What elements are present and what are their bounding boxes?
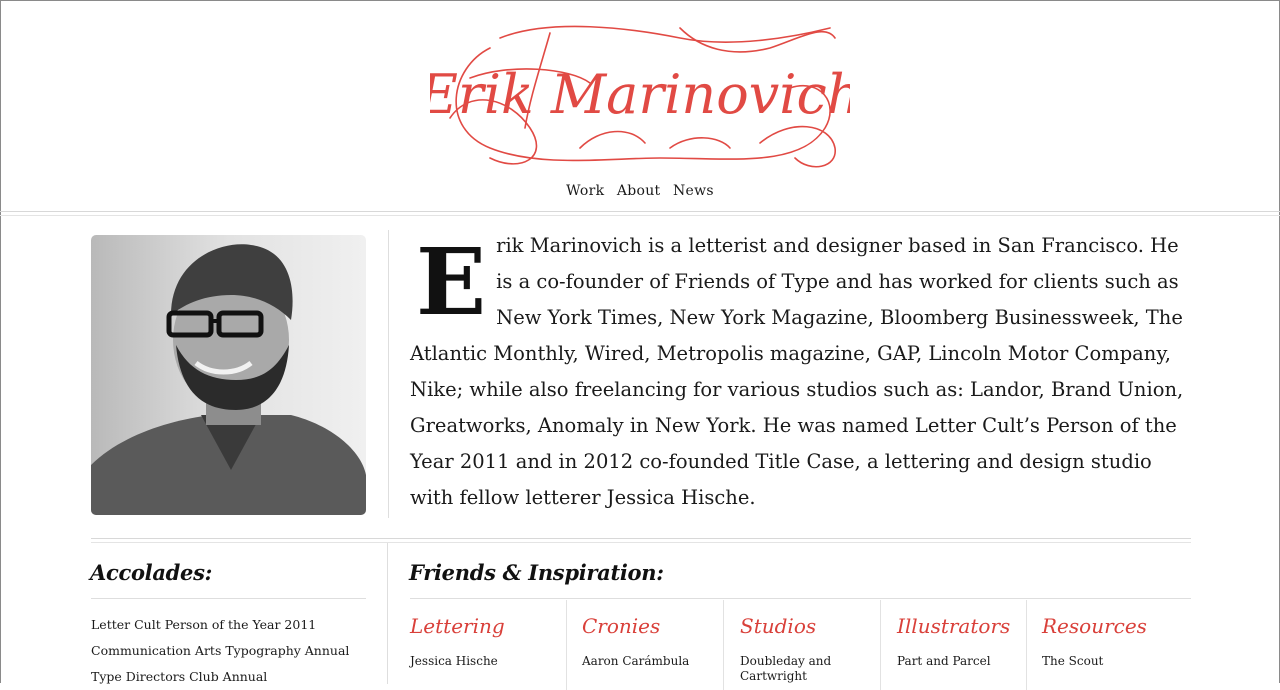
header-divider-secondary	[0, 215, 1280, 216]
column-title: Resources	[1042, 614, 1147, 638]
site-logo[interactable]: Erik Marinovich	[417, 8, 862, 178]
friends-column-cronies: Cronies Aaron Carámbula	[566, 600, 724, 690]
column-title: Lettering	[410, 614, 505, 638]
friends-column-studios: Studios Doubleday and Cartwright	[723, 600, 881, 690]
section-divider-secondary	[91, 542, 1191, 543]
logo-text: Erik Marinovich	[430, 63, 850, 126]
nav-about[interactable]: About	[617, 183, 661, 199]
logo-lettering-graphic: Erik Marinovich	[417, 25, 862, 168]
author-portrait	[91, 235, 366, 515]
accolade-item[interactable]: Letter Cult Person of the Year 2011	[91, 612, 349, 638]
accolades-list: Letter Cult Person of the Year 2011 Comm…	[91, 612, 349, 690]
portrait-image	[91, 235, 366, 515]
column-link[interactable]: Doubleday and Cartwright	[740, 654, 840, 684]
bio-paragraph: Erik Marinovich is a letterist and desig…	[410, 228, 1200, 516]
main-nav: Work About News	[0, 183, 1280, 199]
accolades-rule	[91, 598, 366, 599]
header-divider	[0, 211, 1280, 212]
column-link[interactable]: Jessica Hische	[410, 654, 530, 669]
column-link[interactable]: Part and Parcel	[897, 654, 1017, 669]
bio-text: rik Marinovich is a letterist and design…	[410, 234, 1184, 509]
accolades-heading: Accolades:	[90, 560, 213, 585]
accolade-item[interactable]: Type Directors Club Annual	[91, 664, 349, 690]
column-title: Illustrators	[897, 614, 1011, 638]
column-link[interactable]: Aaron Carámbula	[582, 654, 702, 669]
friends-rule	[410, 598, 1191, 599]
accolade-item[interactable]: Communication Arts Typography Annual	[91, 638, 349, 664]
section-divider	[91, 538, 1191, 539]
column-title: Cronies	[582, 614, 661, 638]
friends-column-lettering: Lettering Jessica Hische	[410, 600, 566, 690]
bio-divider	[388, 230, 389, 518]
column-link[interactable]: The Scout	[1042, 654, 1162, 669]
friends-column-resources: Resources The Scout	[1026, 600, 1192, 690]
friends-column-illustrators: Illustrators Part and Parcel	[880, 600, 1027, 690]
friends-heading: Friends & Inspiration:	[409, 560, 664, 585]
lower-column-divider	[387, 543, 388, 684]
column-title: Studios	[740, 614, 817, 638]
nav-work[interactable]: Work	[566, 183, 604, 199]
nav-news[interactable]: News	[673, 183, 714, 199]
bio-dropcap: E	[416, 228, 487, 336]
